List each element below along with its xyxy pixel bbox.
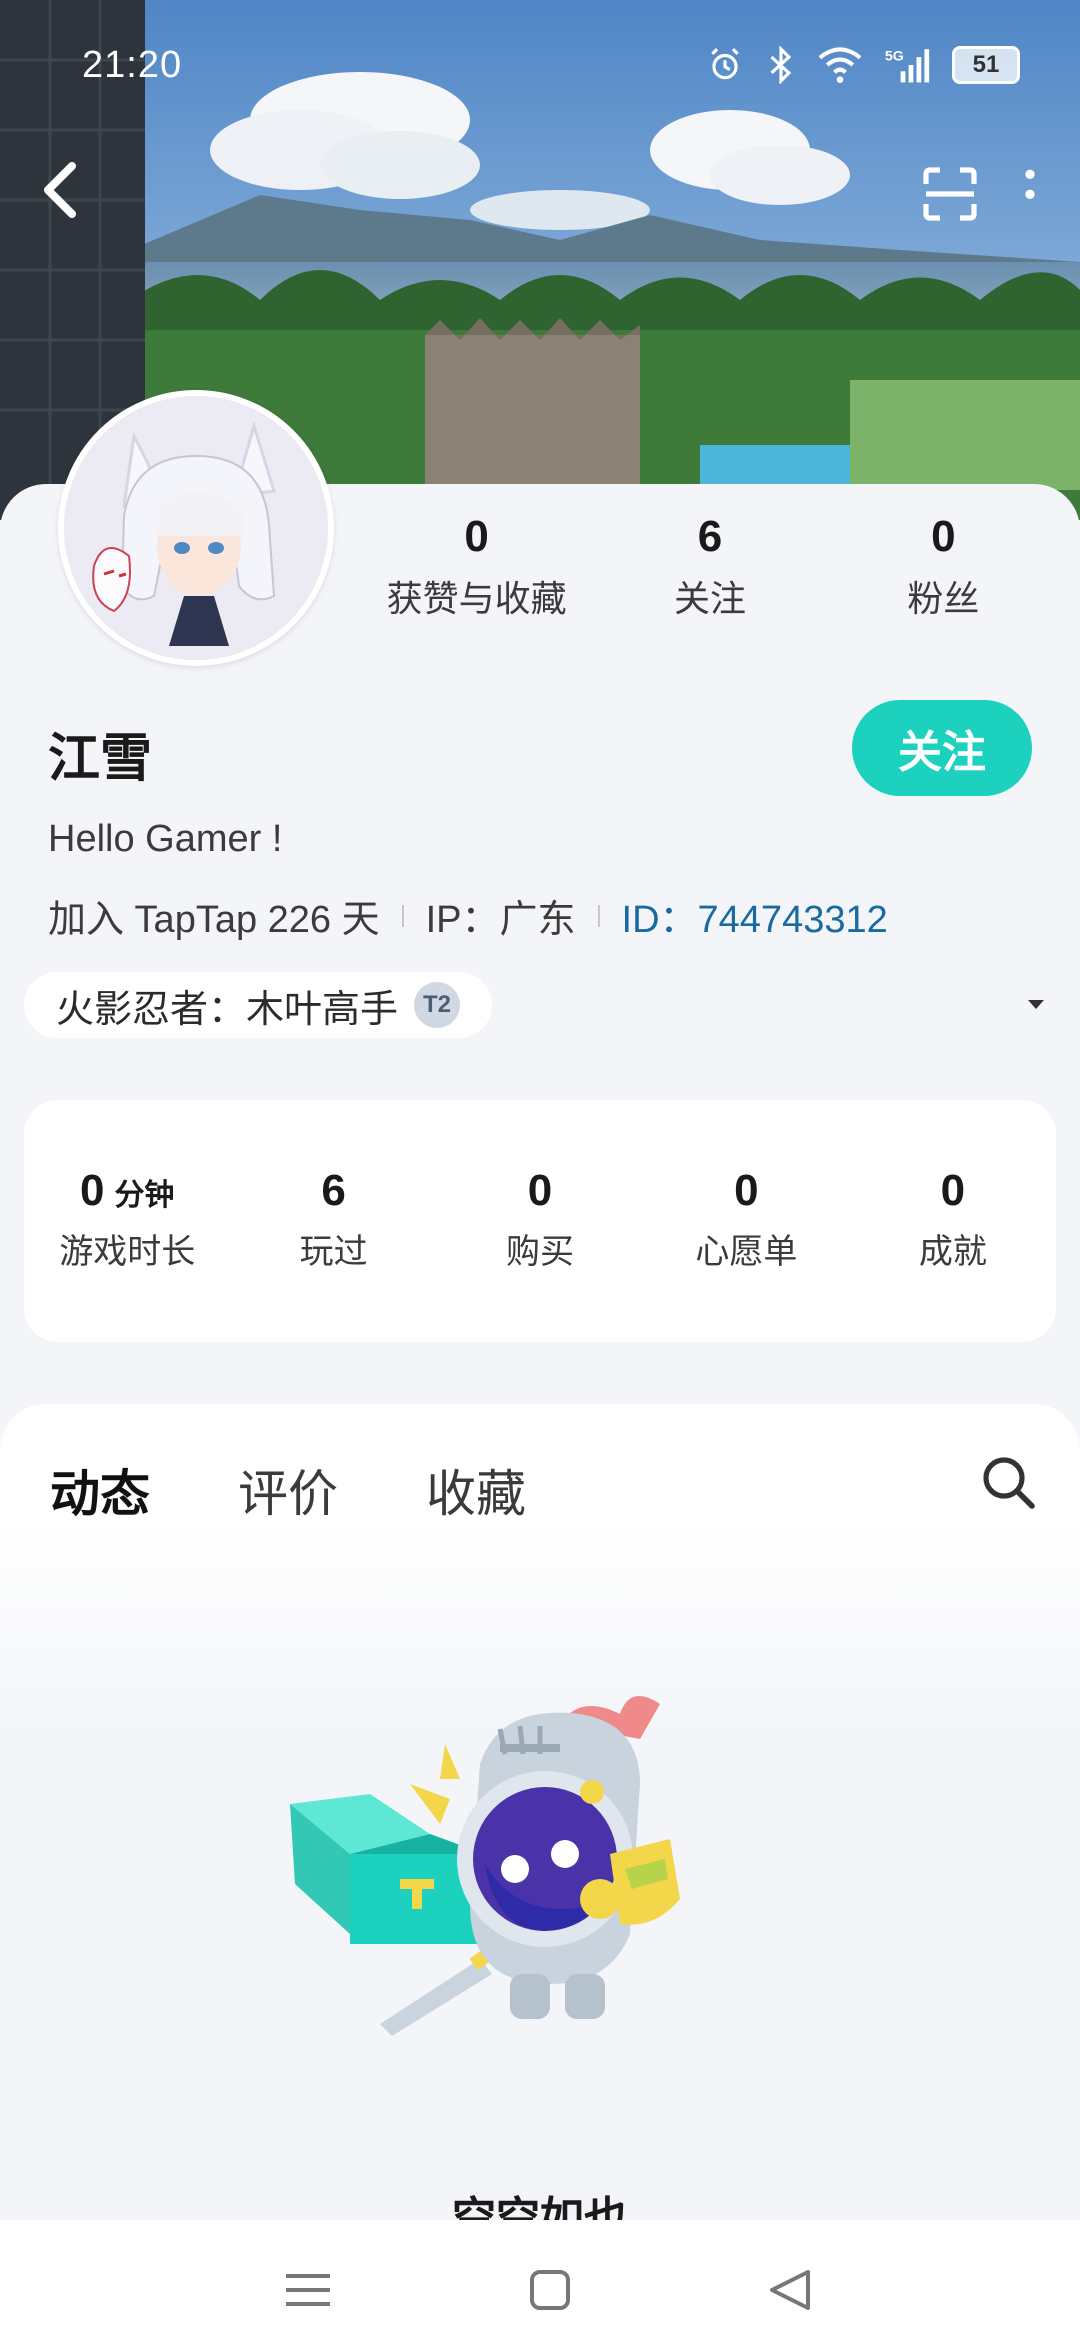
battery-icon: 51: [952, 46, 1020, 84]
profile-meta: 加入 TapTap 226 天 IP：广东 ID：744743312: [48, 888, 888, 943]
home-button[interactable]: [520, 2260, 580, 2320]
menu-icon: [286, 2274, 330, 2306]
stat-label: 关注: [673, 578, 746, 619]
stat-label: 玩过: [299, 1233, 368, 1271]
user-id[interactable]: ID：744743312: [622, 888, 888, 943]
game-title-row[interactable]: 火影忍者：木叶高手 T2: [24, 972, 1060, 1038]
joined-days: 加入 TapTap 226 天: [48, 899, 380, 941]
avatar-image: [64, 396, 328, 660]
caret-down-icon[interactable]: [1026, 986, 1046, 1018]
level-badge-icon: T2: [414, 982, 461, 1028]
wifi-icon: [818, 47, 862, 83]
triangle-back-icon: [770, 2270, 810, 2310]
scan-button[interactable]: [920, 164, 980, 224]
content-sheet: 动态 评价 收藏 空空如也: [0, 1404, 1080, 2243]
tab-label: 动态: [50, 1466, 150, 1522]
stat-label: 成就: [918, 1233, 987, 1271]
stat-value: 6: [697, 512, 723, 561]
back-arrow-icon: [44, 162, 76, 218]
played-stat[interactable]: 6 玩过: [230, 1166, 436, 1273]
bio-text: Hello Gamer !: [48, 818, 283, 860]
5g-signal-icon: 5G: [885, 48, 930, 83]
stat-label: 心愿单: [695, 1233, 798, 1271]
achievements-stat[interactable]: 0 成就: [850, 1166, 1056, 1273]
stat-label: 获赞与收藏: [386, 578, 567, 619]
stat-value: 0: [527, 1166, 553, 1215]
tab-reviews[interactable]: 评价: [238, 1454, 338, 1536]
followers-stat[interactable]: 0 粉丝: [827, 512, 1060, 622]
wishlist-stat[interactable]: 0 心愿单: [643, 1166, 849, 1273]
stat-value: 0: [464, 512, 489, 561]
svg-text:5G: 5G: [885, 48, 904, 64]
search-icon[interactable]: [980, 1454, 1040, 1514]
bluetooth-icon: [770, 46, 792, 84]
likes-favorites-stat[interactable]: 0 获赞与收藏: [360, 512, 593, 622]
stat-unit: 分钟: [114, 1179, 175, 1212]
follow-button[interactable]: 关注: [852, 700, 1032, 796]
stat-value: 0: [79, 1166, 105, 1215]
scan-icon: [923, 167, 977, 221]
square-icon: [530, 2270, 570, 2310]
purchased-stat[interactable]: 0 购买: [437, 1166, 643, 1273]
tab-activity[interactable]: 动态: [50, 1454, 150, 1536]
tab-label: 评价: [238, 1466, 338, 1522]
game-title-badge[interactable]: 火影忍者：木叶高手 T2: [24, 972, 493, 1038]
more-options-button[interactable]: [1018, 164, 1042, 224]
divider: [401, 904, 404, 927]
system-navigation-bar: [0, 2220, 1080, 2352]
ip-location: IP：广东: [425, 899, 576, 941]
divider: [597, 904, 600, 927]
following-stat[interactable]: 6 关注: [593, 512, 826, 622]
more-vertical-icon: [1025, 169, 1035, 199]
status-time: 21:20: [82, 44, 183, 86]
profile-stats: 0 获赞与收藏 6 关注 0 粉丝: [360, 512, 1060, 622]
stat-value: 0: [734, 1166, 759, 1215]
avatar[interactable]: [58, 390, 334, 666]
stat-label: 游戏时长: [59, 1233, 196, 1271]
stat-label: 购买: [506, 1233, 575, 1271]
back-nav-button[interactable]: [760, 2260, 820, 2320]
stat-value: 0: [931, 512, 956, 561]
empty-state-illustration: [280, 1684, 820, 2084]
username: 江雪: [48, 730, 153, 788]
top-bar: [0, 150, 1080, 240]
recent-apps-button[interactable]: [278, 2260, 338, 2320]
game-title-text: 火影忍者：木叶高手: [56, 988, 399, 1031]
stat-label: 粉丝: [907, 578, 980, 619]
status-bar: 21:20 5G 51: [0, 0, 1080, 120]
tab-favorites[interactable]: 收藏: [426, 1454, 526, 1536]
stat-value: 6: [321, 1166, 346, 1215]
profile-tabs: 动态 评价 收藏: [50, 1454, 526, 1536]
status-icons: 5G 51: [706, 46, 1020, 84]
battery-level: 51: [972, 51, 1000, 78]
back-button[interactable]: [40, 160, 100, 230]
stat-value: 0: [940, 1166, 966, 1215]
game-stats-card: 0 分钟 游戏时长 6 玩过 0 购买 0 心愿单 0 成就: [24, 1100, 1056, 1342]
tab-label: 收藏: [426, 1466, 526, 1522]
play-time-stat[interactable]: 0 分钟 游戏时长: [24, 1166, 230, 1273]
alarm-icon: [711, 48, 739, 80]
